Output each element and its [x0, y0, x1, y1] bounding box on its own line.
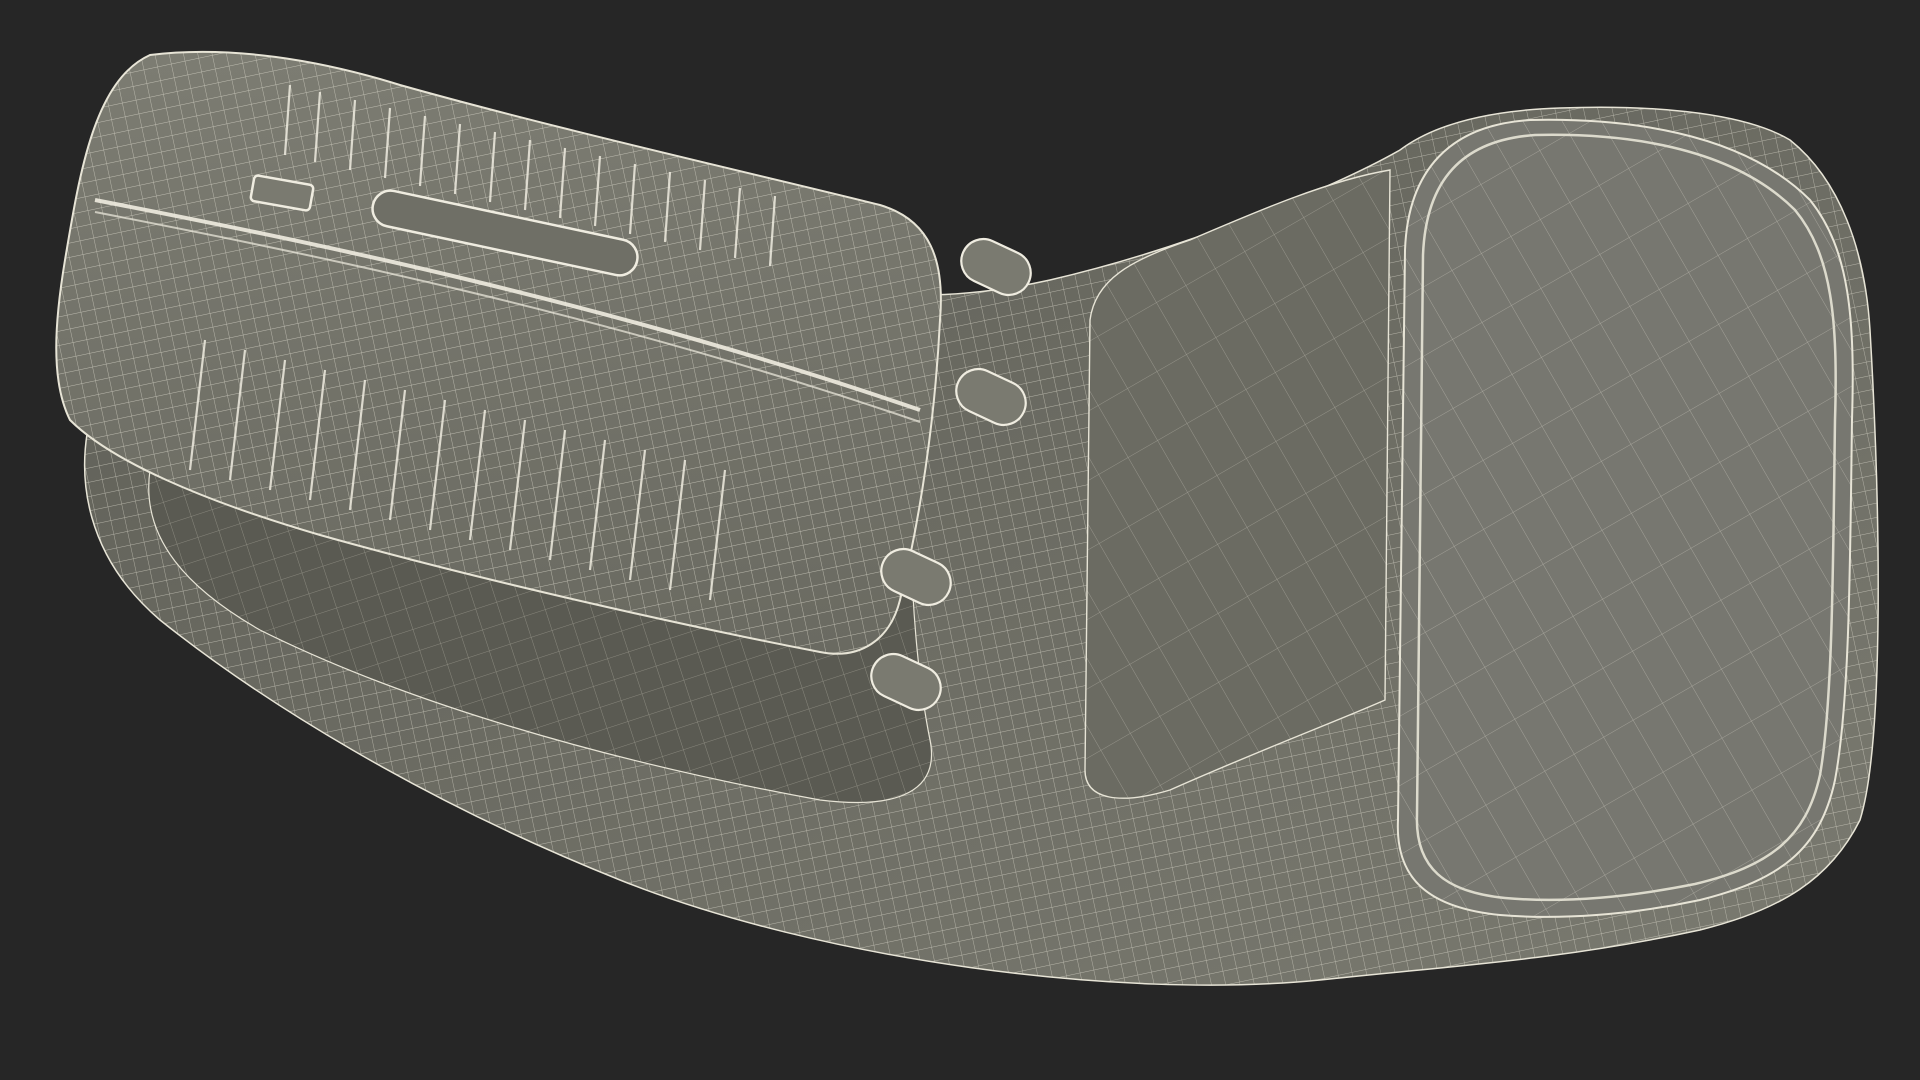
- seat-top-cushion-mesh: [1397, 119, 1853, 917]
- 3d-viewport: [0, 0, 1920, 1080]
- wireframe-render: [55, 50, 1879, 986]
